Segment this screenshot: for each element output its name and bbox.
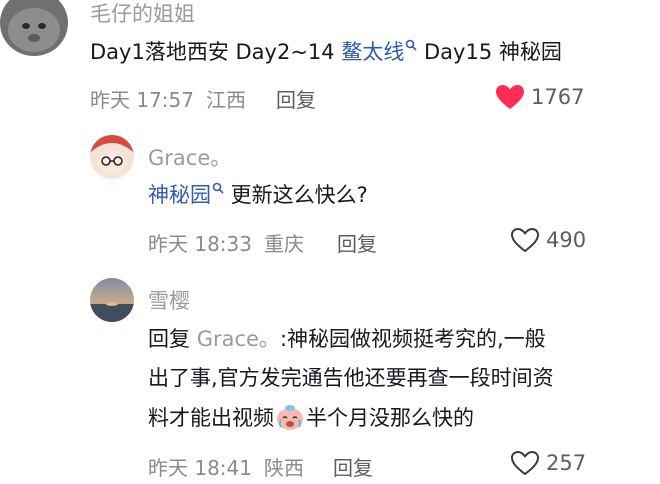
like-count: 257 xyxy=(546,451,587,475)
comment-location: 江西 xyxy=(206,88,246,112)
reply-button[interactable]: 回复 xyxy=(276,84,316,113)
reply-prefix: 回复 xyxy=(148,327,190,351)
crying-face-emoji-icon xyxy=(277,405,303,430)
comment-text: Day1落地西安 Day2~14 xyxy=(90,40,342,64)
comment-location: 重庆 xyxy=(264,232,304,256)
reply-target-username[interactable]: Grace。 xyxy=(197,327,280,351)
search-link-text: 鳌太线 xyxy=(341,40,405,64)
comment-location: 陕西 xyxy=(264,456,304,480)
comment-username[interactable]: Grace。 xyxy=(148,142,231,172)
search-link[interactable]: 鳌太线 xyxy=(341,39,417,64)
comment-text: 料才能出视频 xyxy=(148,406,274,430)
comment-meta: 昨天 17:57 江西 xyxy=(90,84,246,113)
search-icon xyxy=(212,182,224,194)
comment-username[interactable]: 毛仔的姐姐 xyxy=(90,0,195,28)
search-link[interactable]: 神秘园 xyxy=(148,182,224,207)
search-icon xyxy=(406,39,417,51)
heart-outline-icon xyxy=(510,227,540,253)
avatar[interactable] xyxy=(0,0,68,56)
comment-content: 神秘园 更新这么快么? xyxy=(148,177,368,214)
comment-meta: 昨天 18:41 陕西 xyxy=(148,452,304,481)
sunset-sea-avatar-icon xyxy=(90,278,134,322)
comment-content-line-1: 回复 Grace。:神秘园做视频挺考究的,一般 xyxy=(148,321,546,358)
like-button[interactable]: 257 xyxy=(510,450,586,476)
comment-text: :神秘园做视频挺考究的,一般 xyxy=(279,327,546,351)
comment-meta: 昨天 18:33 重庆 xyxy=(148,228,304,257)
avatar[interactable] xyxy=(90,135,134,179)
search-link-text: 神秘园 xyxy=(148,183,211,207)
like-count: 490 xyxy=(546,228,587,252)
heart-filled-icon xyxy=(496,85,524,109)
comment-time: 昨天 17:57 xyxy=(90,88,194,112)
comment-text-suffix: 半个月没那么快的 xyxy=(306,406,474,430)
comment-text-suffix: Day15 神秘园 xyxy=(417,40,562,64)
comment-text: 更新这么快么? xyxy=(224,183,368,207)
like-button[interactable]: 1767 xyxy=(495,84,584,110)
reply-button[interactable]: 回复 xyxy=(337,228,377,257)
reply-button[interactable]: 回复 xyxy=(333,452,373,481)
comment-content-line-3: 料才能出视频 半个月没那么快的 xyxy=(148,400,474,437)
comment-time: 昨天 18:33 xyxy=(148,232,252,256)
comment-content: Day1落地西安 Day2~14 鳌太线 Day15 神秘园 xyxy=(90,34,562,71)
heart-outline-icon xyxy=(510,450,540,476)
comment-content-line-2: 出了事,官方发完通告他还要再查一段时间资 xyxy=(148,366,554,390)
like-count: 1767 xyxy=(531,85,585,109)
avatar[interactable] xyxy=(90,278,134,322)
cat-avatar-icon xyxy=(0,0,68,56)
comment-username[interactable]: 雪樱 xyxy=(148,285,190,315)
cartoon-girl-avatar-icon xyxy=(90,135,134,179)
comment-time: 昨天 18:41 xyxy=(148,456,252,480)
like-button[interactable]: 490 xyxy=(510,227,586,253)
